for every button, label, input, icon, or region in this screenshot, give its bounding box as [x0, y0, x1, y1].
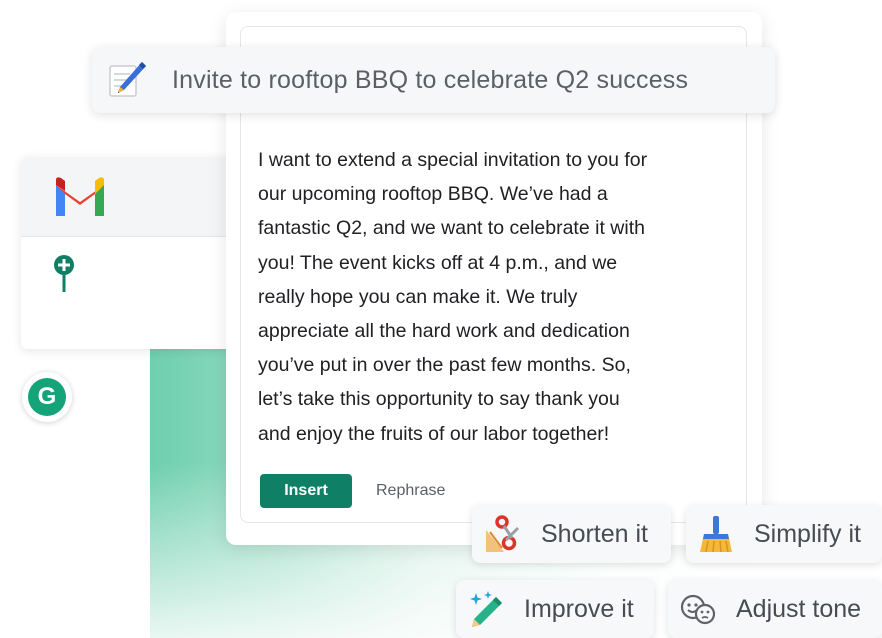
message-line: you’ve put in over the past few months. … [258, 354, 631, 377]
rephrase-button[interactable]: Rephrase [376, 482, 445, 500]
message-line: appreciate all the hard work and dedicat… [258, 320, 630, 343]
adjust-tone-button[interactable]: Adjust tone [668, 580, 882, 638]
faces-tone-icon [680, 594, 716, 625]
shorten-it-button[interactable]: Shorten it [472, 505, 671, 563]
grammarly-g-icon: G [28, 378, 66, 416]
scissors-icon [486, 515, 520, 552]
message-line: and enjoy the fruits of our labor togeth… [258, 422, 610, 445]
shorten-it-label: Shorten it [541, 520, 649, 548]
prompt-bar[interactable]: Invite to rooftop BBQ to celebrate Q2 su… [92, 47, 775, 113]
message-line: you! The event kicks off at 4 p.m., and … [258, 251, 618, 274]
generated-message: I want to extend a special invitation to… [258, 143, 742, 451]
message-line: let’s take this opportunity to say thank… [258, 388, 620, 411]
adjust-tone-label: Adjust tone [736, 595, 862, 623]
broom-icon [700, 516, 732, 553]
gmail-icon[interactable] [53, 176, 107, 216]
message-line: really hope you can make it. We truly [258, 285, 578, 308]
pin-plus-icon[interactable] [53, 254, 75, 294]
message-line: I want to extend a special invitation to… [258, 149, 648, 171]
message-line: fantastic Q2, and we want to celebrate i… [258, 217, 645, 240]
simplify-it-label: Simplify it [754, 520, 861, 548]
magic-pencil-icon [470, 591, 502, 627]
improve-it-label: Improve it [524, 595, 634, 623]
simplify-it-button[interactable]: Simplify it [686, 505, 882, 563]
pen-icon [109, 62, 146, 97]
improve-it-button[interactable]: Improve it [456, 580, 654, 638]
grammarly-badge[interactable]: G [22, 372, 72, 422]
prompt-text: Invite to rooftop BBQ to celebrate Q2 su… [172, 66, 689, 94]
insert-button[interactable]: Insert [260, 474, 352, 508]
message-line: our upcoming rooftop BBQ. We’ve had a [258, 183, 608, 206]
